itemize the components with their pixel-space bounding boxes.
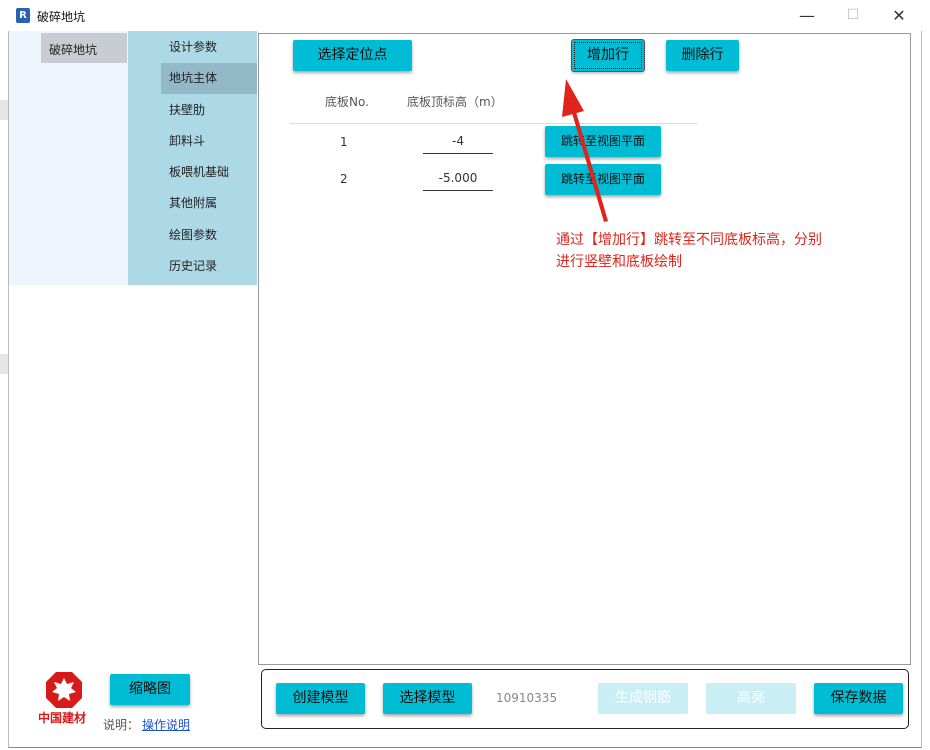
nav-item-history[interactable]: 历史记录: [128, 251, 257, 282]
delete-row-button[interactable]: 删除行: [666, 40, 739, 71]
annotation-arrow-icon: [562, 79, 608, 222]
brand-logo-icon: [46, 672, 82, 708]
column-header-elevation: 底板顶标高（m）: [407, 95, 503, 109]
nav-primary-item-pit[interactable]: 破碎地坑: [41, 33, 127, 63]
nav-item-feeder-foundation[interactable]: 板喂机基础: [128, 157, 257, 188]
background-app-strip: [0, 100, 8, 120]
create-model-button[interactable]: 创建模型: [276, 683, 365, 714]
annotation-line: 进行竖壁和底板绘制: [556, 254, 682, 270]
close-button[interactable]: ✕: [876, 0, 922, 31]
annotation-line: 通过【增加行】跳转至不同底板标高，分别: [556, 232, 822, 248]
nav-item-hopper[interactable]: 卸料斗: [128, 126, 257, 157]
elevation-input[interactable]: -5.000: [423, 171, 493, 191]
nav-item-label: 扶壁肋: [169, 103, 206, 117]
nav-item-pit-body[interactable]: 地坑主体: [128, 63, 257, 94]
thumbnail-button[interactable]: 缩略图: [110, 674, 190, 705]
title-bar: R 破碎地坑 — ☐ ✕: [0, 0, 930, 31]
help-label: 说明：: [103, 718, 140, 732]
app-logo-icon: R: [16, 8, 30, 23]
nav-item-label: 卸料斗: [169, 134, 206, 148]
nav-primary-label: 破碎地坑: [49, 43, 98, 57]
nav-item-label: 板喂机基础: [169, 165, 230, 179]
nav-item-design-params[interactable]: 设计参数: [128, 32, 257, 63]
nav-item-label: 设计参数: [169, 40, 218, 54]
maximize-button[interactable]: ☐: [830, 0, 876, 31]
brand-name: 中国建材: [38, 711, 87, 725]
row-no-cell: 1: [340, 135, 348, 149]
nav-item-buttress[interactable]: 扶壁肋: [128, 95, 257, 126]
row-no-cell: 2: [340, 172, 348, 186]
nav-item-label: 地坑主体: [169, 71, 218, 85]
annotation-text: 通过【增加行】跳转至不同底板标高，分别 进行竖壁和底板绘制: [556, 229, 886, 273]
nav-item-label: 其他附属: [169, 196, 218, 210]
generate-rebar-button[interactable]: 生成钢筋: [598, 683, 688, 714]
nav-item-other-accessories[interactable]: 其他附属: [128, 188, 257, 219]
minimize-button[interactable]: —: [784, 0, 830, 31]
column-header-no: 底板No.: [325, 95, 369, 109]
header-divider: [290, 123, 698, 124]
nav-item-label: 绘图参数: [169, 228, 218, 242]
serial-number: 10910335: [496, 691, 558, 705]
add-row-button[interactable]: 增加行: [572, 40, 644, 71]
save-data-button[interactable]: 保存数据: [814, 683, 903, 714]
select-point-button[interactable]: 选择定位点: [293, 40, 412, 71]
help-link[interactable]: 操作说明: [142, 716, 190, 733]
select-model-button[interactable]: 选择模型: [383, 683, 472, 714]
nav-item-label: 历史记录: [169, 259, 218, 273]
nav-item-drawing-params[interactable]: 绘图参数: [128, 220, 257, 251]
background-app-strip: [0, 354, 8, 374]
highlight-button[interactable]: 高亮: [706, 683, 796, 714]
window-title: 破碎地坑: [37, 10, 86, 24]
elevation-input[interactable]: -4: [423, 134, 493, 154]
